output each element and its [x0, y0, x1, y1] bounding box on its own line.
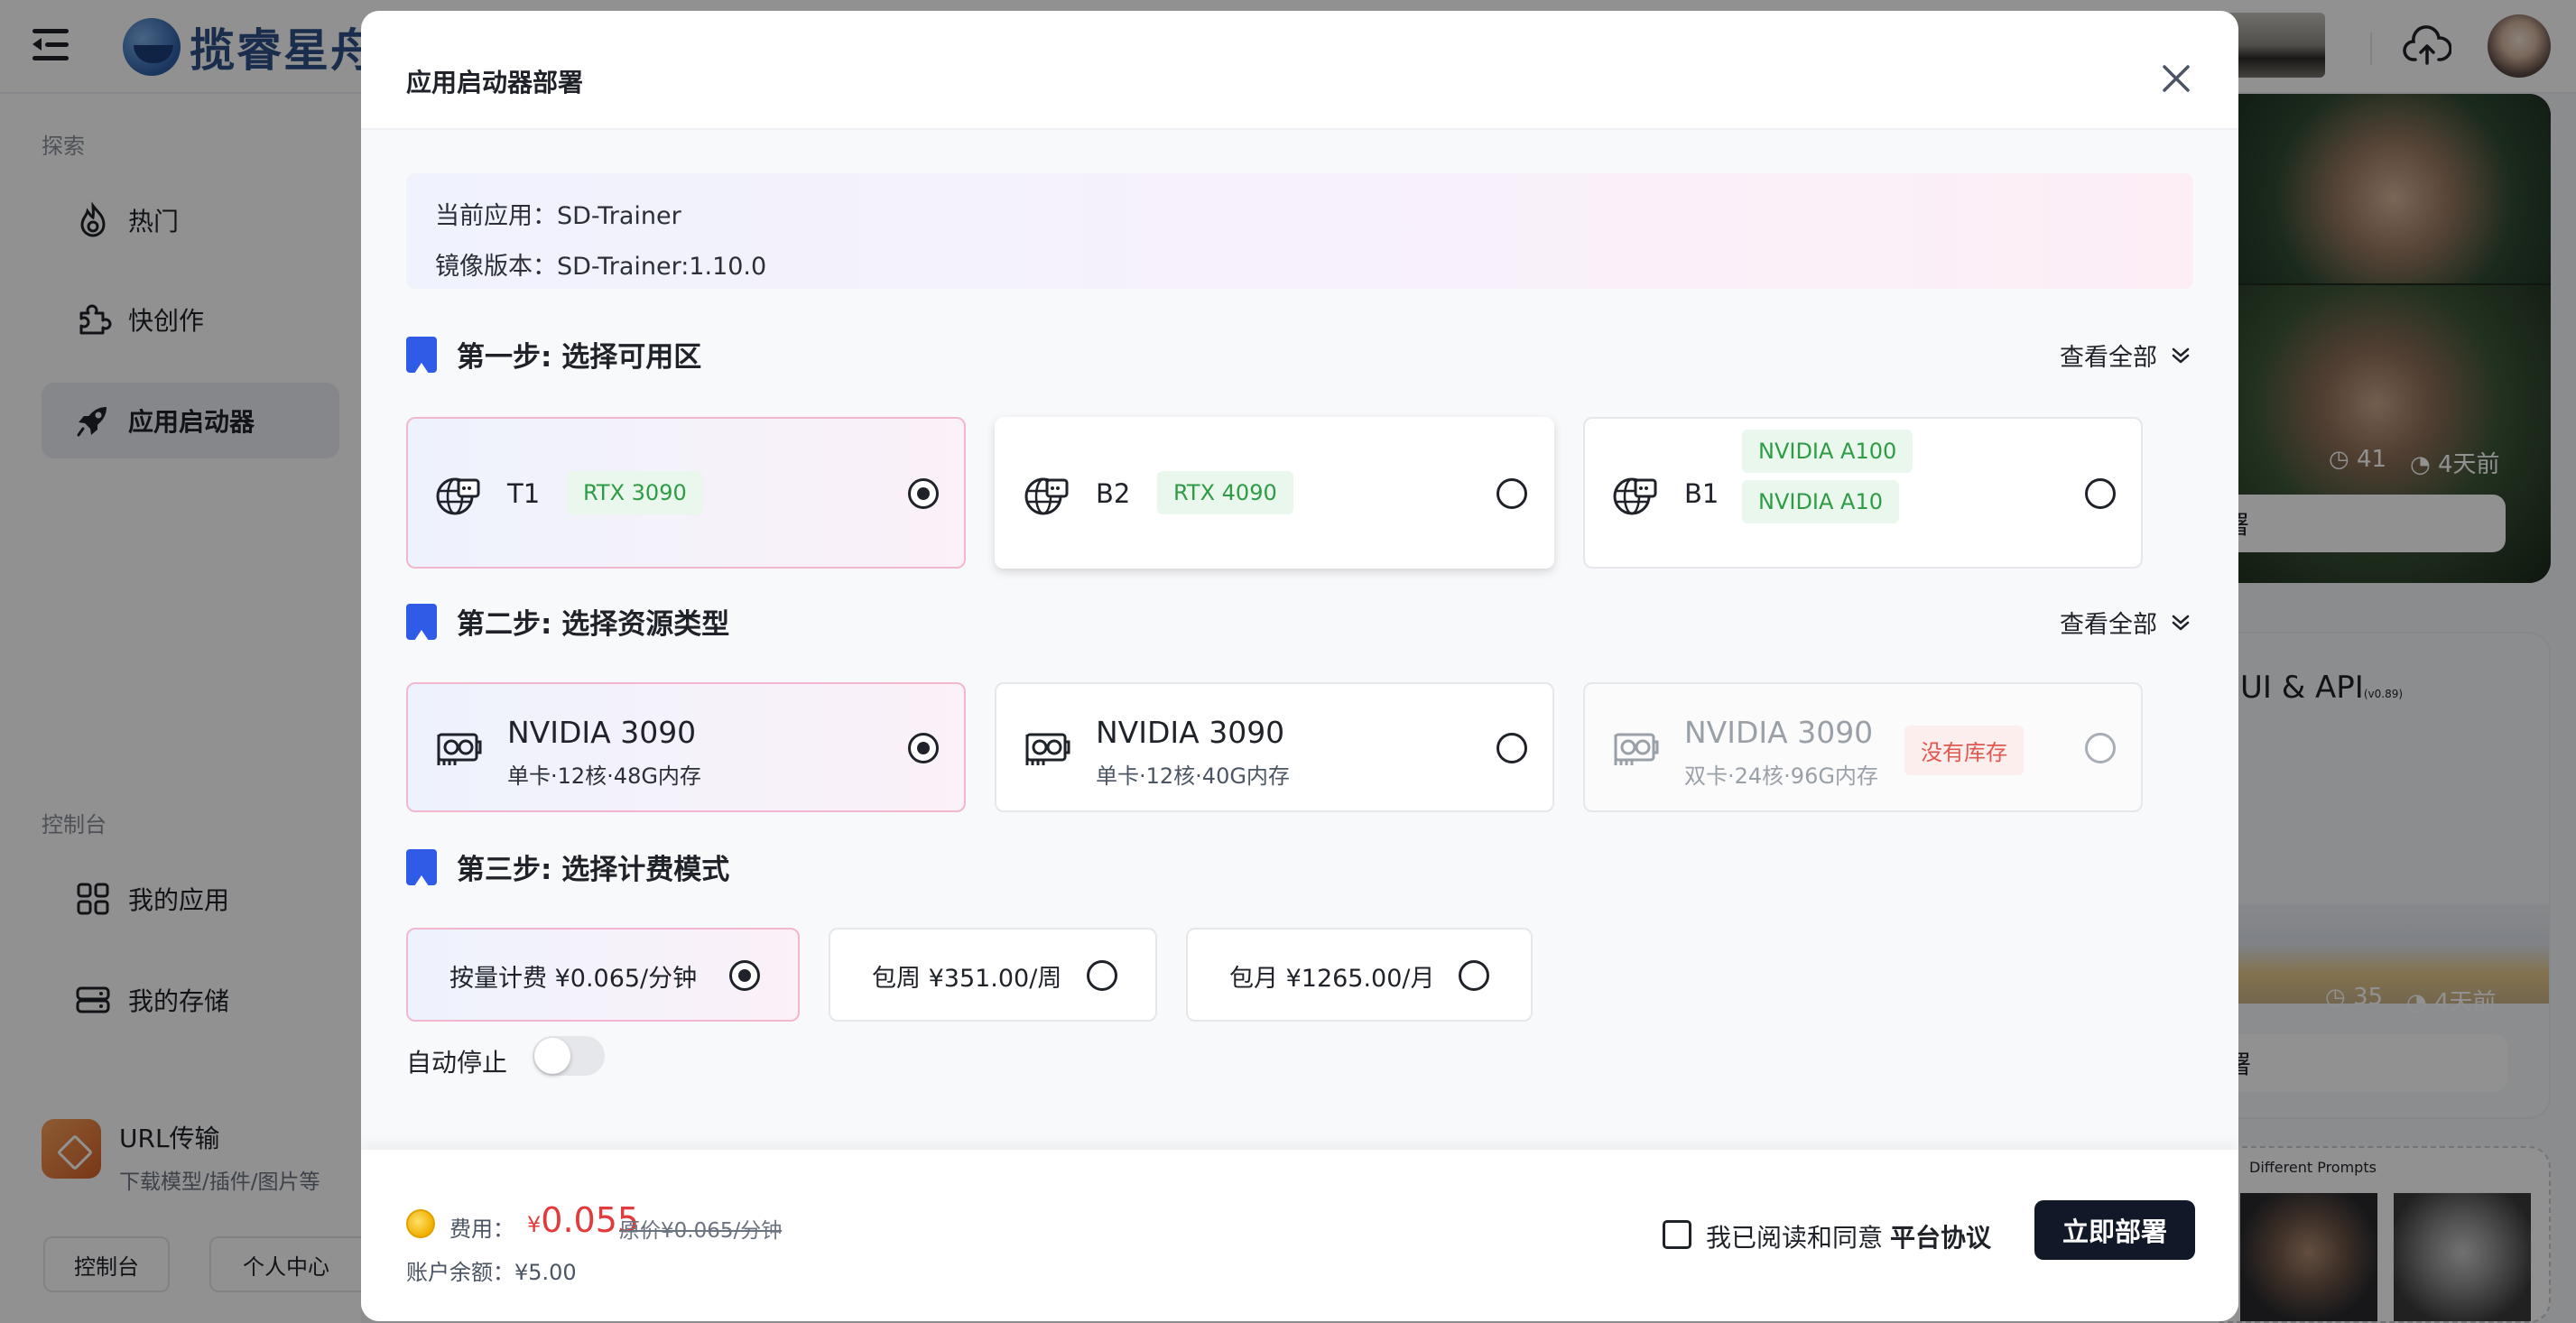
zone-radio[interactable]: [2085, 478, 2116, 509]
agreement-checkbox[interactable]: [1663, 1220, 1691, 1249]
resource-name: NVIDIA 3090: [507, 715, 697, 750]
resource-name: NVIDIA 3090: [1684, 715, 1874, 750]
resource-option-2[interactable]: NVIDIA 3090 单卡·12核·40G内存: [995, 682, 1554, 812]
modal-title: 应用启动器部署: [406, 68, 584, 97]
image-version-row: 镜像版本：SD-Trainer:1.10.0: [435, 253, 767, 281]
zone-option-b2[interactable]: B2 RTX 4090: [995, 417, 1554, 569]
gpu-tag: RTX 3090: [567, 471, 703, 514]
modal-footer: 费用： ¥0.055 原价¥0.065/分钟 账户余额：¥5.00 我已阅读和同…: [361, 1150, 2238, 1321]
zone-radio[interactable]: [1496, 478, 1527, 509]
step3-title: 第三步: 选择计费模式: [406, 847, 729, 887]
close-icon[interactable]: [2155, 58, 2197, 99]
globe-server-icon: [436, 477, 480, 515]
resource-radio[interactable]: [908, 733, 939, 763]
step2-title: 第二步: 选择资源类型: [406, 601, 729, 642]
zone-name: B2: [1096, 478, 1131, 509]
resource-name: NVIDIA 3090: [1096, 715, 1285, 750]
resource-radio[interactable]: [1496, 733, 1527, 763]
resource-spec: 双卡·24核·96G内存: [1684, 763, 1878, 789]
resource-radio: [2085, 733, 2116, 763]
zone-option-t1[interactable]: T1 RTX 3090: [406, 417, 966, 569]
billing-option-pay-as-you-go[interactable]: 按量计费 ¥0.065/分钟: [406, 928, 800, 1022]
bookmark-icon: [406, 603, 437, 641]
resource-spec: 单卡·12核·40G内存: [1096, 763, 1290, 789]
modal-body[interactable]: 当前应用：SD-Trainer 镜像版本：SD-Trainer:1.10.0 第…: [361, 130, 2238, 1150]
billing-label: 包月 ¥1265.00/月: [1229, 965, 1435, 993]
double-chevron-down-icon: [2172, 347, 2190, 363]
zone-name: T1: [507, 478, 541, 509]
billing-label: 按量计费 ¥0.065/分钟: [449, 965, 698, 993]
current-app-value: SD-Trainer: [557, 202, 681, 230]
bookmark-icon: [406, 336, 437, 374]
gpu-card-icon: [1614, 733, 1659, 765]
platform-agreement-link[interactable]: 平台协议: [1890, 1218, 1991, 1254]
resource-spec: 单卡·12核·48G内存: [507, 763, 701, 789]
resource-option-3: NVIDIA 3090 双卡·24核·96G内存 没有库存: [1583, 682, 2143, 812]
step1-title: 第一步: 选择可用区: [406, 334, 701, 375]
account-balance: 账户余额：¥5.00: [406, 1260, 577, 1285]
gpu-tag: RTX 4090: [1157, 471, 1293, 514]
step2-view-all[interactable]: 查看全部: [2060, 605, 2191, 640]
billing-radio[interactable]: [729, 960, 760, 991]
zone-name: B1: [1684, 478, 1719, 509]
deploy-modal: 应用启动器部署 当前应用：SD-Trainer 镜像版本：SD-Trainer:…: [361, 11, 2238, 1321]
double-chevron-down-icon: [2172, 615, 2190, 630]
agreement-text: 我已阅读和同意: [1706, 1223, 1884, 1253]
billing-option-weekly[interactable]: 包周 ¥351.00/周: [829, 928, 1157, 1022]
original-price: 原价¥0.065/分钟: [619, 1219, 783, 1243]
app-info-panel: 当前应用：SD-Trainer 镜像版本：SD-Trainer:1.10.0: [406, 173, 2193, 289]
bookmark-icon: [406, 848, 437, 886]
resource-option-1[interactable]: NVIDIA 3090 单卡·12核·48G内存: [406, 682, 966, 812]
gpu-card-icon: [437, 733, 482, 765]
billing-radio[interactable]: [1087, 960, 1117, 991]
fee-label: 费用：: [449, 1217, 514, 1242]
image-version-value: SD-Trainer:1.10.0: [557, 253, 767, 281]
gpu-tag: NVIDIA A10: [1742, 480, 1900, 523]
auto-stop-toggle[interactable]: [533, 1036, 605, 1076]
app-root: 揽睿星舟 探索 热门 快创作 应用启动器 控制台 我的应用 我的存储 URL传输…: [0, 0, 2576, 1323]
coin-icon: [406, 1209, 435, 1238]
step1-view-all[interactable]: 查看全部: [2060, 338, 2191, 373]
billing-label: 包周 ¥351.00/周: [872, 965, 1062, 993]
zone-option-b1[interactable]: B1 NVIDIA A100 NVIDIA A10: [1583, 417, 2143, 569]
current-app-row: 当前应用：SD-Trainer: [435, 202, 681, 230]
billing-radio[interactable]: [1459, 960, 1489, 991]
auto-stop-label: 自动停止: [406, 1048, 508, 1078]
deploy-now-button[interactable]: 立即部署: [2034, 1200, 2195, 1260]
gpu-tag: NVIDIA A100: [1742, 430, 1913, 473]
gpu-card-icon: [1025, 733, 1070, 765]
billing-option-monthly[interactable]: 包月 ¥1265.00/月: [1186, 928, 1533, 1022]
globe-server-icon: [1024, 477, 1069, 515]
globe-server-icon: [1613, 477, 1657, 515]
out-of-stock-badge: 没有库存: [1904, 726, 2024, 775]
modal-header: 应用启动器部署: [361, 11, 2238, 130]
zone-radio[interactable]: [908, 478, 939, 509]
